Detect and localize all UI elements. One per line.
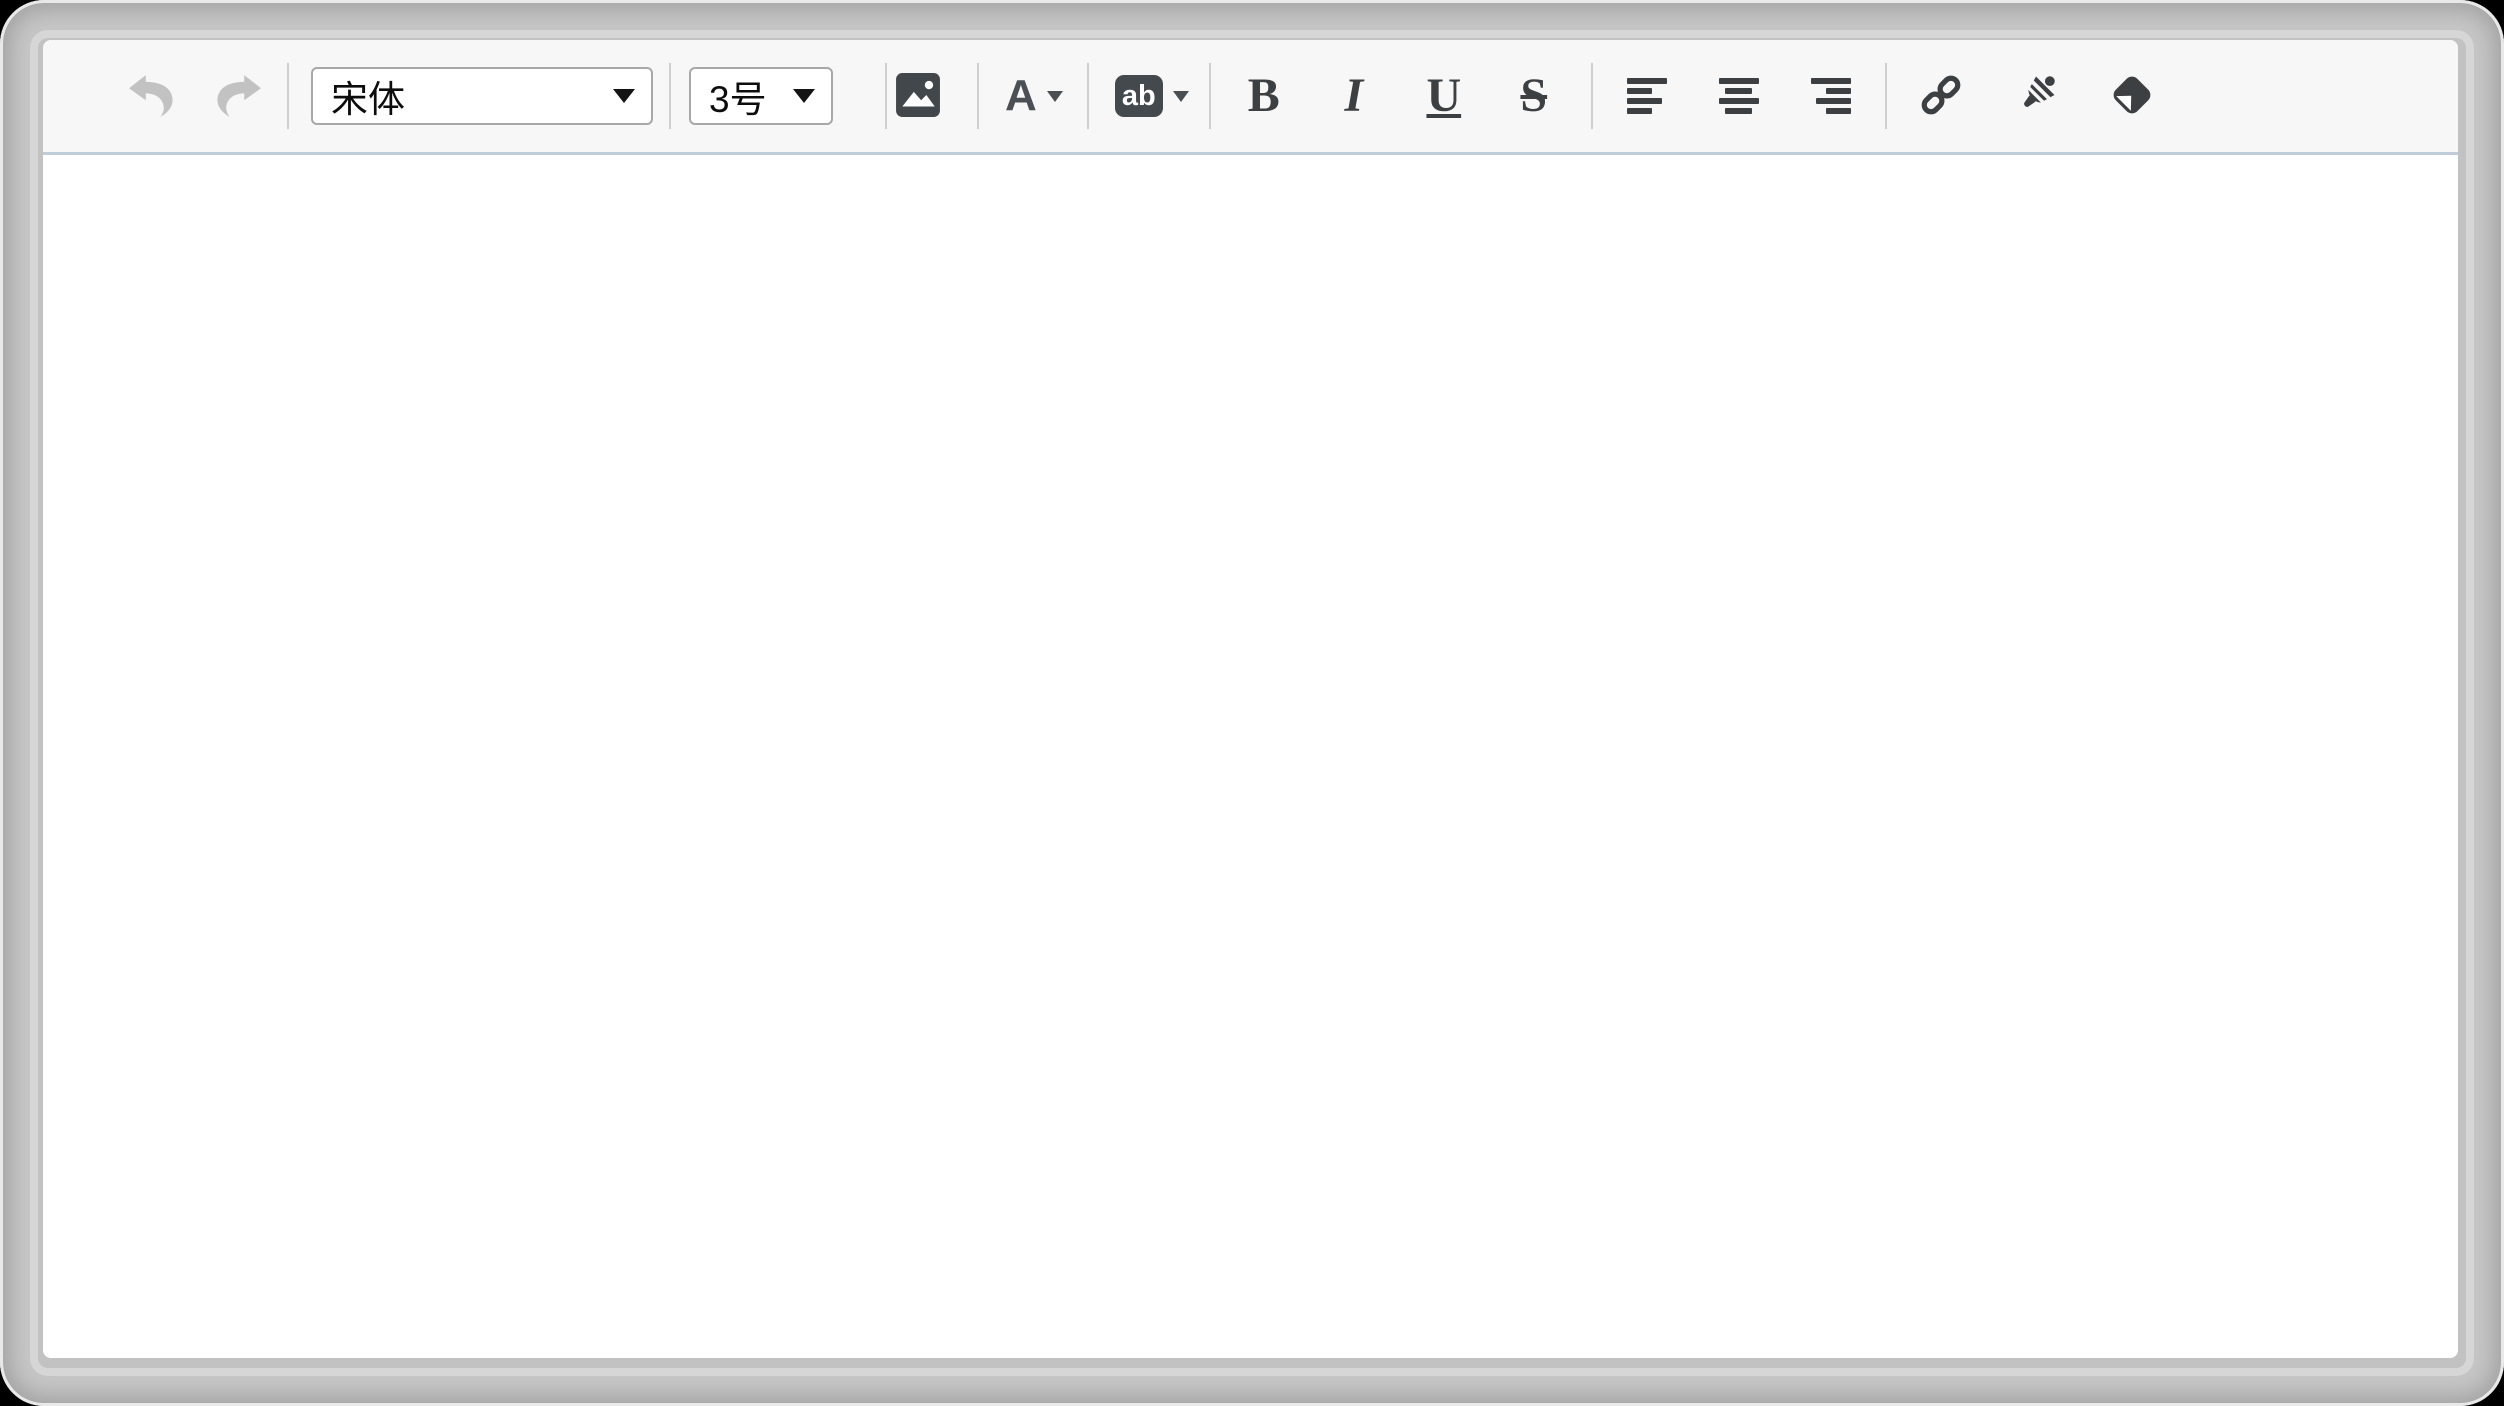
redo-button[interactable] — [213, 72, 265, 121]
strikethrough-button[interactable]: S — [1503, 61, 1565, 131]
caret-down-icon — [613, 89, 635, 103]
align-right-icon — [1811, 78, 1851, 114]
toolbar-divider — [1591, 63, 1593, 129]
highlight-color-icon: ab — [1115, 75, 1163, 117]
editor-content-area[interactable] — [43, 155, 2458, 1358]
toolbar-divider — [287, 63, 289, 129]
toolbar-divider — [977, 63, 979, 129]
caret-down-icon — [1173, 91, 1189, 102]
caret-down-icon — [1047, 91, 1063, 102]
undo-button[interactable] — [125, 72, 177, 121]
font-family-select[interactable]: 宋体 — [311, 67, 653, 125]
align-right-button[interactable] — [1811, 78, 1851, 114]
font-size-select[interactable]: 3号 — [689, 67, 833, 125]
format-brush-button[interactable] — [2011, 70, 2061, 123]
link-icon — [1917, 71, 1965, 122]
eraser-icon — [2107, 70, 2157, 123]
align-center-icon — [1719, 78, 1759, 114]
editor-toolbar: 宋体 3号 A — [43, 40, 2458, 155]
align-left-button[interactable] — [1627, 78, 1667, 114]
toolbar-divider — [885, 63, 887, 129]
insert-image-button[interactable] — [895, 72, 941, 121]
align-center-button[interactable] — [1719, 78, 1759, 114]
underline-button[interactable]: U — [1413, 61, 1475, 131]
italic-button[interactable]: I — [1323, 61, 1385, 131]
insert-link-button[interactable] — [1917, 71, 1965, 122]
bold-button[interactable]: B — [1233, 61, 1295, 131]
caret-down-icon — [793, 89, 815, 103]
rich-text-editor: 宋体 3号 A — [43, 40, 2458, 1358]
toolbar-divider — [1209, 63, 1211, 129]
font-family-value: 宋体 — [313, 69, 405, 123]
toolbar-divider — [1087, 63, 1089, 129]
image-icon — [895, 72, 941, 121]
font-color-button[interactable]: A — [1005, 71, 1063, 121]
format-brush-icon — [2011, 70, 2061, 123]
toolbar-divider — [669, 63, 671, 129]
font-size-value: 3号 — [691, 69, 767, 123]
toolbar-divider — [1885, 63, 1887, 129]
font-color-label: A — [1005, 71, 1037, 121]
align-left-icon — [1627, 78, 1667, 114]
undo-icon — [125, 72, 177, 121]
clear-format-button[interactable] — [2107, 70, 2157, 123]
redo-icon — [213, 72, 265, 121]
highlight-color-button[interactable]: ab — [1115, 75, 1189, 117]
